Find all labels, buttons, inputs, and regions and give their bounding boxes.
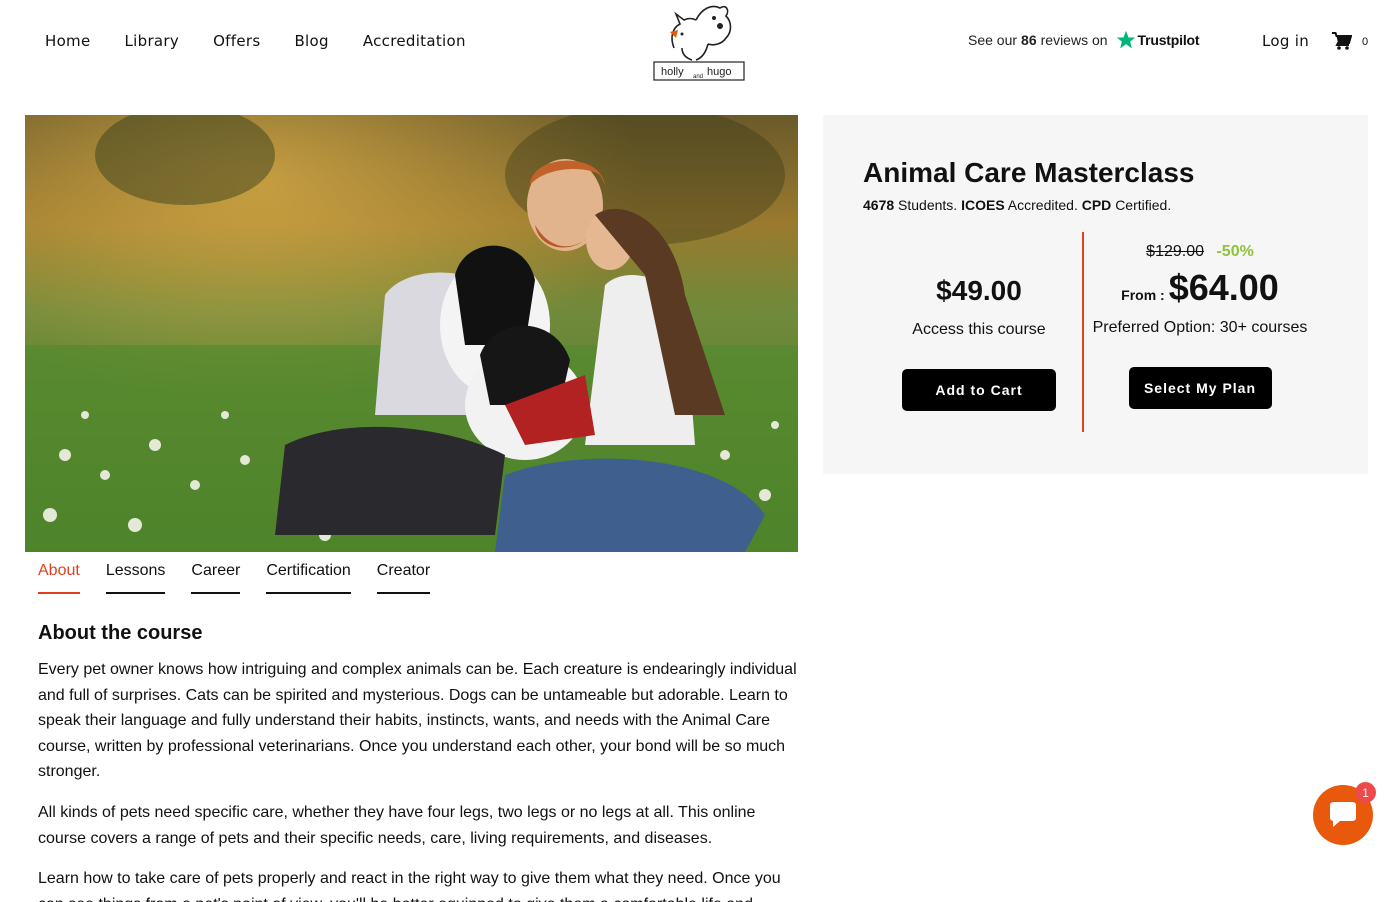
site-logo[interactable]: holly and hugo bbox=[652, 2, 746, 82]
cart-button[interactable]: 0 bbox=[1332, 32, 1368, 50]
certified-label: Certified. bbox=[1115, 197, 1172, 213]
old-price: $129.00 bbox=[1146, 243, 1205, 260]
chat-notification-badge: 1 bbox=[1355, 782, 1376, 803]
main-nav: Home Library Offers Blog Accreditation bbox=[45, 32, 500, 50]
tab-about[interactable]: About bbox=[38, 562, 80, 594]
accredited-label: Accredited. bbox=[1007, 197, 1078, 213]
plan-option-label: Preferred Option: 30+ courses bbox=[1092, 319, 1308, 336]
login-link[interactable]: Log in bbox=[1262, 32, 1309, 50]
course-meta: 4678 Students. ICOES Accredited. CPD Cer… bbox=[863, 197, 1171, 213]
course-tabs: About Lessons Career Certification Creat… bbox=[38, 562, 456, 594]
tab-career[interactable]: Career bbox=[191, 562, 241, 594]
nav-home[interactable]: Home bbox=[45, 32, 91, 50]
plan-price: $64.00 bbox=[1168, 267, 1279, 308]
trustpilot-prefix: See our bbox=[968, 32, 1018, 48]
cert-body-name: CPD bbox=[1081, 197, 1112, 213]
svg-text:and: and bbox=[693, 74, 703, 80]
svg-text:hugo: hugo bbox=[707, 66, 731, 78]
holly-hugo-logo: holly and hugo bbox=[653, 5, 745, 81]
nav-blog[interactable]: Blog bbox=[294, 32, 328, 50]
course-title: Animal Care Masterclass bbox=[863, 157, 1195, 188]
plan-price-row: From : $64.00 bbox=[1085, 267, 1315, 309]
tab-creator[interactable]: Creator bbox=[376, 562, 431, 594]
trustpilot-review-count: 86 bbox=[1021, 32, 1037, 48]
tab-lessons[interactable]: Lessons bbox=[105, 562, 166, 594]
price-divider bbox=[1082, 232, 1084, 432]
students-label: Students. bbox=[898, 197, 958, 213]
about-paragraph: All kinds of pets need specific care, wh… bbox=[38, 804, 756, 847]
from-label: From : bbox=[1121, 287, 1165, 303]
add-to-cart-button[interactable]: Add to Cart bbox=[902, 369, 1056, 411]
purchase-panel: Animal Care Masterclass 4678 Students. I… bbox=[823, 115, 1368, 474]
about-paragraph: Every pet owner knows how intriguing and… bbox=[38, 661, 797, 780]
select-plan-button[interactable]: Select My Plan bbox=[1128, 367, 1272, 409]
trustpilot-suffix: reviews on bbox=[1040, 32, 1108, 48]
single-course-option: $49.00 Access this course Add to Cart bbox=[863, 275, 1095, 411]
students-count: 4678 bbox=[863, 197, 895, 213]
cart-count: 0 bbox=[1362, 36, 1369, 48]
trustpilot-star-icon bbox=[1116, 30, 1135, 49]
old-price-row: $129.00 -50% bbox=[1085, 243, 1315, 261]
couple-with-dogs-photo bbox=[25, 115, 798, 552]
svg-text:holly: holly bbox=[661, 66, 684, 78]
discount-badge: -50% bbox=[1216, 243, 1254, 260]
trustpilot-brand: Trustpilot bbox=[1137, 32, 1200, 48]
site-header: Home Library Offers Blog Accreditation h… bbox=[0, 0, 1389, 90]
about-heading: About the course bbox=[38, 622, 203, 644]
chat-bubble-icon bbox=[1330, 802, 1356, 827]
nav-library[interactable]: Library bbox=[125, 32, 180, 50]
single-option-label: Access this course bbox=[912, 321, 1046, 338]
trustpilot-widget[interactable]: See our 86 reviews on Trustpilot bbox=[968, 30, 1200, 50]
nav-accreditation[interactable]: Accreditation bbox=[363, 32, 466, 50]
cart-icon bbox=[1332, 32, 1352, 50]
plan-option: $129.00 -50% From : $64.00 Preferred Opt… bbox=[1085, 243, 1315, 409]
tab-certification[interactable]: Certification bbox=[266, 562, 351, 594]
nav-offers[interactable]: Offers bbox=[213, 32, 260, 50]
accreditor-name: ICOES bbox=[961, 197, 1005, 213]
single-price: $49.00 bbox=[936, 275, 1022, 306]
course-hero-image bbox=[25, 115, 798, 552]
about-paragraph: Learn how to take care of pets properly … bbox=[38, 870, 781, 902]
